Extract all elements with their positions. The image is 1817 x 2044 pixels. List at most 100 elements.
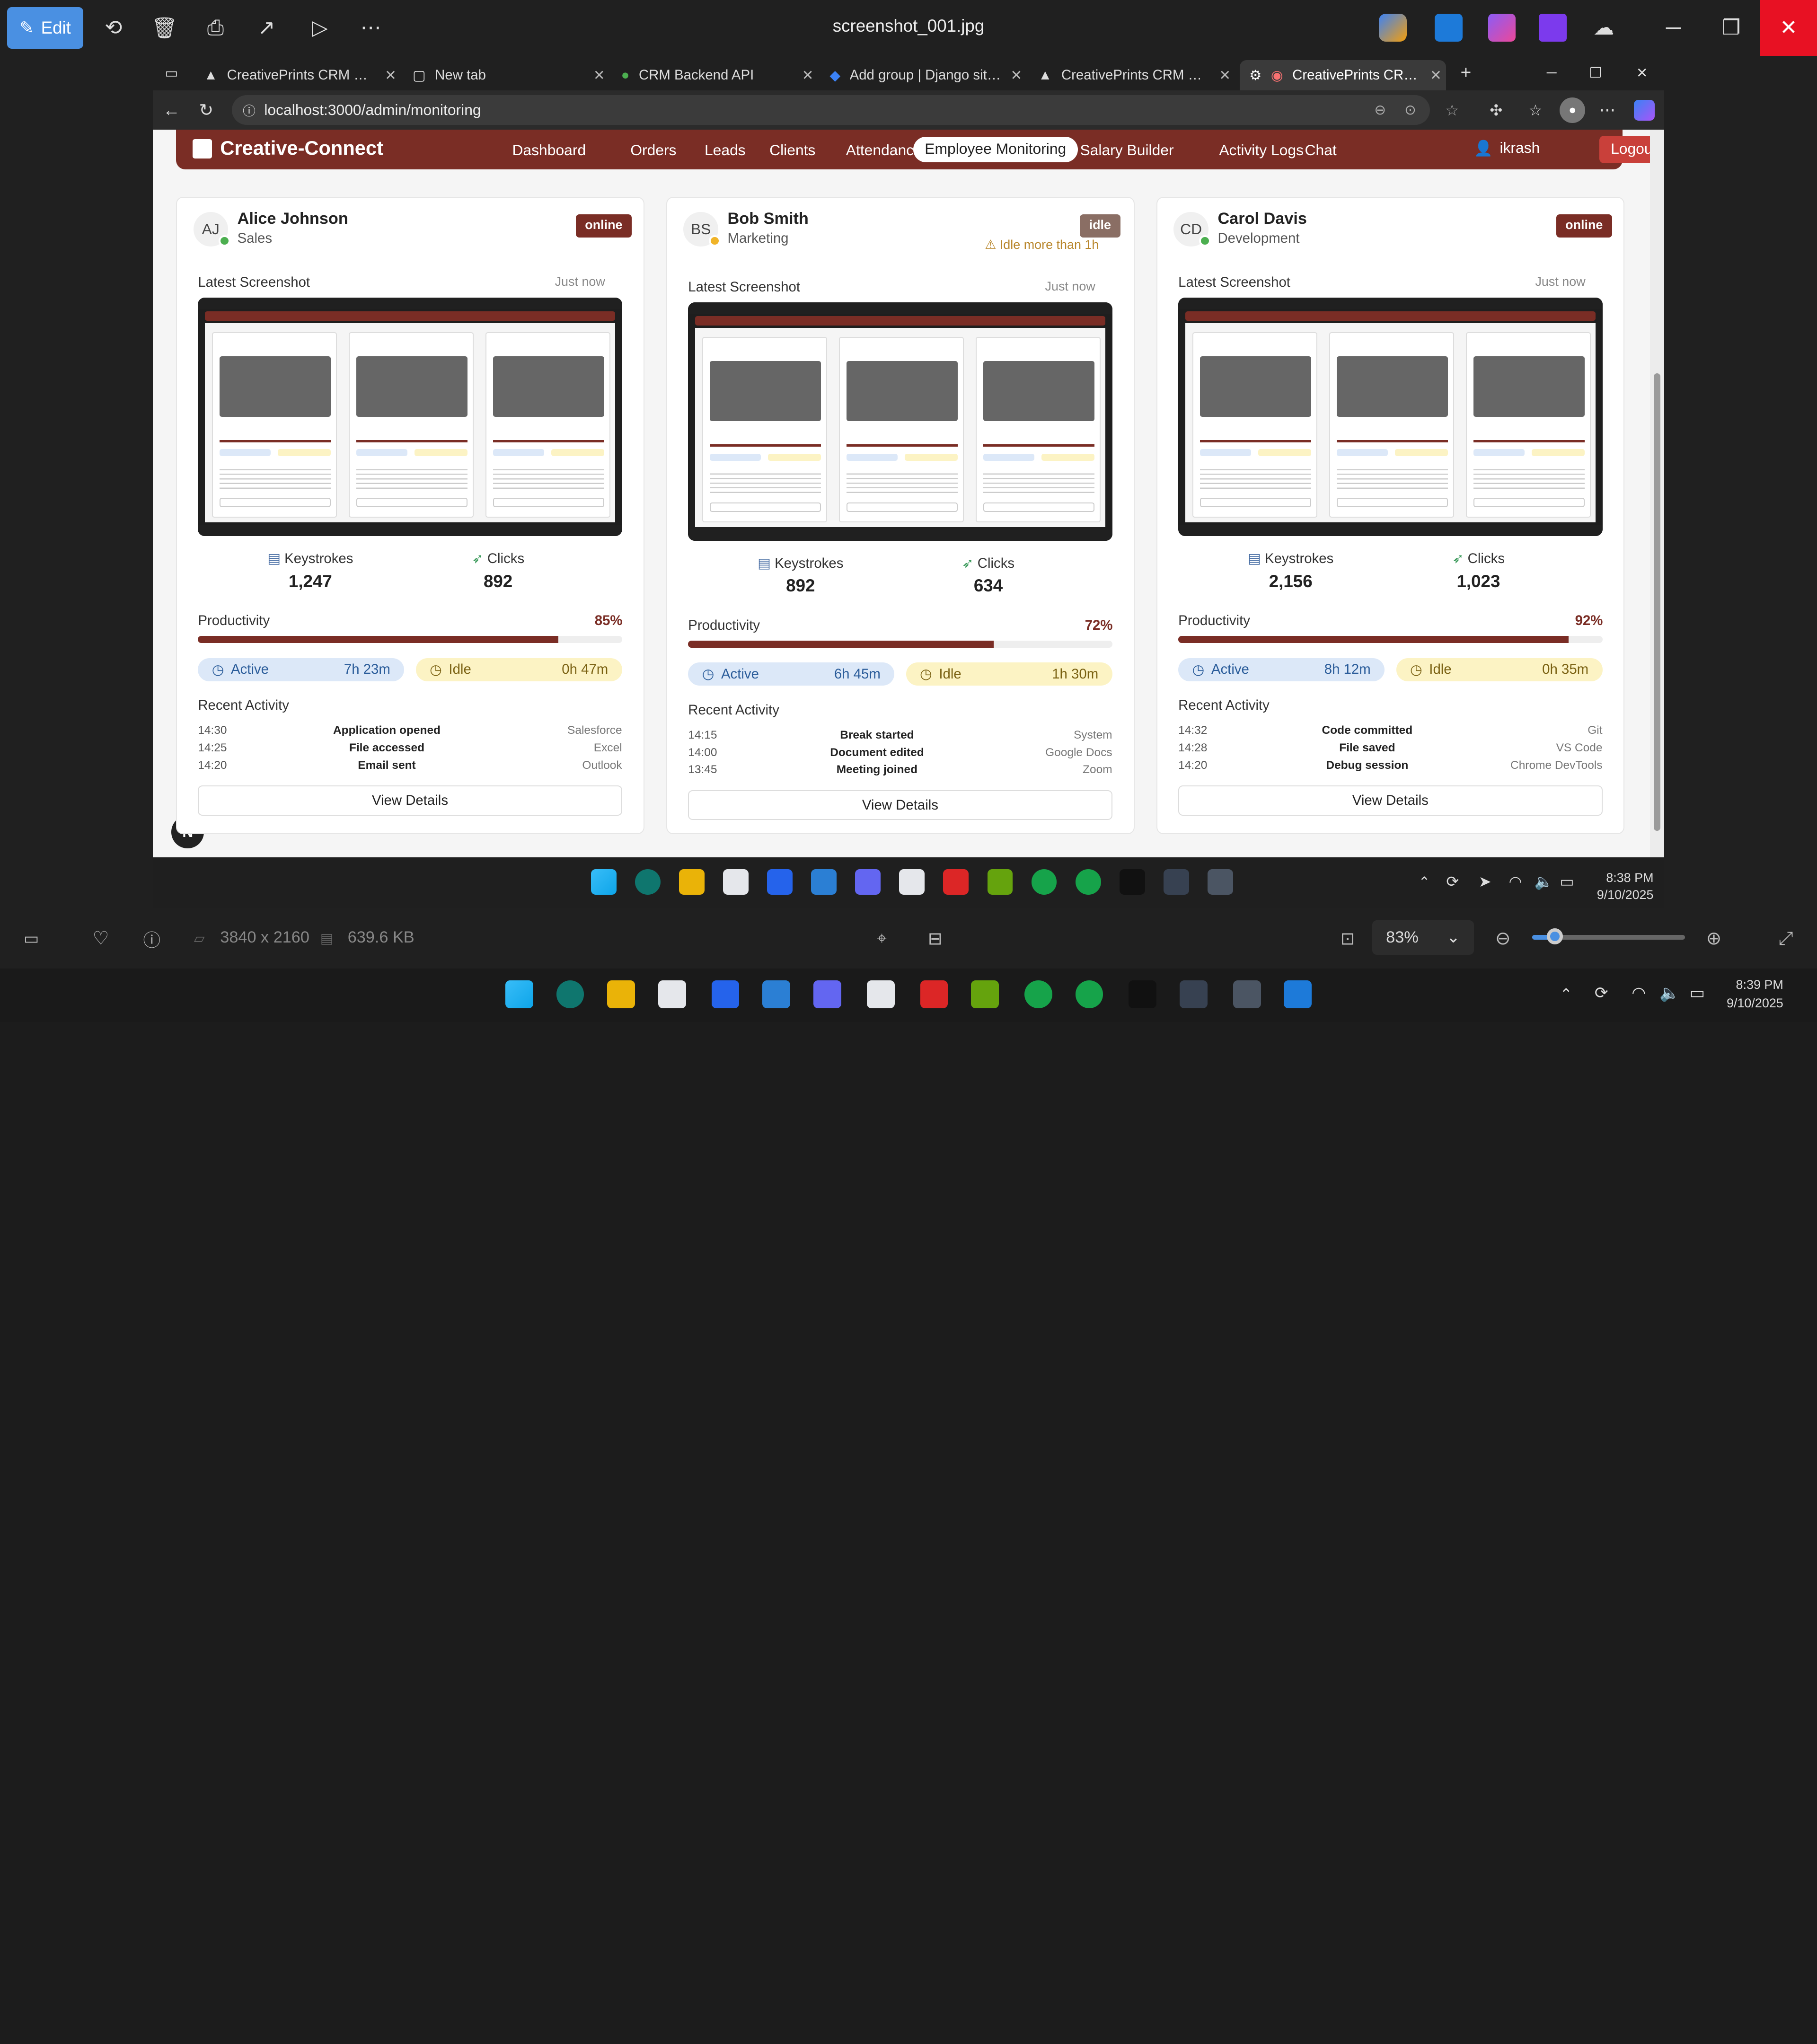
terminal-icon[interactable] [1163,869,1189,895]
outlook-icon[interactable] [767,869,793,895]
user-menu[interactable]: 👤 ikrash [1474,139,1540,157]
nav-clients[interactable]: Clients [769,141,815,159]
store-icon[interactable] [658,980,686,1008]
tab-crm-dashboard-1[interactable]: ▲CreativePrints CRM Dashboa✕ [194,60,401,90]
vscode-icon[interactable] [811,869,837,895]
zoom-out-icon[interactable]: ⊖ [1490,927,1516,950]
edge-icon[interactable] [635,869,661,895]
latest-screenshot-image[interactable] [1178,297,1603,537]
photos-icon[interactable] [1284,980,1312,1008]
zoom-in-icon[interactable]: ⊕ [1701,927,1727,950]
whiteboard-icon[interactable] [866,980,895,1008]
print-icon[interactable]: ⎙ [202,14,229,42]
edge-icon[interactable] [556,980,584,1008]
battery-icon[interactable]: ▭ [1560,872,1574,890]
nav-chat[interactable]: Chat [1305,141,1337,159]
sidebar-icon[interactable]: ▭ [162,64,181,82]
reader-icon[interactable]: ⊙ [1400,100,1420,121]
view-details-button[interactable]: View Details [1178,785,1603,816]
volume-icon[interactable]: 🔈 [1534,872,1553,890]
tab-crm-dashboard-active[interactable]: ⚙◉CreativePrints CRM Da✕ [1240,60,1447,90]
share-icon[interactable]: ↗ [253,14,281,42]
copilot-sidebar-icon[interactable] [1634,99,1655,121]
wifi-icon[interactable]: ◠ [1509,872,1522,890]
zoom-out-icon[interactable]: ⊖ [1370,100,1391,121]
nav-employee-monitoring[interactable]: Employee Monitoring [913,136,1078,162]
send-icon[interactable]: ➤ [1479,872,1491,890]
tray-chevron-icon[interactable]: ⌃ [1419,874,1430,890]
browser-minimize-icon[interactable]: ─ [1541,62,1562,83]
restore-icon[interactable]: ❐ [1717,14,1745,42]
unity-icon[interactable] [1119,869,1145,895]
file-info-icon[interactable]: ⓘ [139,927,165,950]
nav-salary-builder[interactable]: Salary Builder [1080,141,1173,159]
chrome-icon[interactable] [1031,869,1057,895]
page-scrollbar[interactable] [1650,130,1664,858]
nav-attendance[interactable]: Attendance [846,141,922,159]
filmstrip-icon[interactable]: ▭ [18,927,44,950]
brand-name[interactable]: Creative-Connect [220,137,383,159]
teams-icon[interactable] [813,980,841,1008]
close-window-button[interactable]: ✕ [1760,0,1817,56]
outlook-icon[interactable] [711,980,740,1008]
tab-new-tab[interactable]: ▢ New tab ✕ [403,60,609,90]
teams-icon[interactable] [855,869,881,895]
tab-crm-backend-api[interactable]: ● CRM Backend API ✕ [612,60,818,90]
favorites-icon[interactable]: ☆ [1525,100,1546,121]
zoom-dropdown[interactable]: 83% ⌄ [1372,920,1474,955]
close-tab-icon[interactable]: ✕ [802,67,818,84]
logout-button[interactable]: Logout [1599,135,1650,164]
close-tab-icon[interactable]: ✕ [593,67,609,84]
view-details-button[interactable]: View Details [688,790,1112,820]
profile-icon[interactable]: ● [1560,97,1586,123]
latest-screenshot-image[interactable] [688,302,1112,541]
nav-dashboard[interactable]: Dashboard [512,141,586,159]
folder-app-icon[interactable] [987,869,1013,895]
tray-chevron-icon[interactable]: ⌃ [1560,985,1572,1003]
reload-icon[interactable]: ↻ [194,98,218,122]
captured-clock[interactable]: 8:38 PM 9/10/2025 [1597,869,1654,904]
clipchamp-icon[interactable] [1539,14,1567,42]
nav-orders[interactable]: Orders [630,141,676,159]
text-extract-icon[interactable]: ⊟ [922,927,948,950]
info-icon[interactable]: ⓘ [241,102,257,118]
wps-icon[interactable] [943,869,969,895]
unity-icon[interactable] [1129,980,1157,1008]
copilot-icon[interactable] [1379,14,1407,42]
wps-icon[interactable] [920,980,948,1008]
slideshow-icon[interactable]: ▷ [306,14,334,42]
browser-restore-icon[interactable]: ❐ [1585,62,1606,83]
favorite-icon[interactable]: ☆ [1442,100,1463,121]
wifi-icon[interactable]: ◠ [1632,984,1646,1003]
latest-screenshot-image[interactable] [198,297,622,537]
whiteboard-icon[interactable] [899,869,925,895]
close-tab-icon[interactable]: ✕ [1430,67,1446,84]
visual-search-icon[interactable]: ⌖ [869,927,895,950]
paint-icon[interactable] [1488,14,1516,42]
minimize-icon[interactable]: ─ [1659,14,1687,42]
back-icon[interactable]: ← [160,98,183,122]
snipping-icon[interactable] [1233,980,1261,1008]
fit-screen-icon[interactable]: ⊡ [1335,927,1360,950]
host-clock[interactable]: 8:39 PM 9/10/2025 [1727,976,1783,1013]
menu-icon[interactable]: ⋯ [1597,100,1618,121]
battery-icon[interactable]: ▭ [1690,984,1705,1003]
favorite-heart-icon[interactable]: ♡ [88,927,114,950]
chrome-profile-icon[interactable] [1075,980,1103,1008]
windows-start-icon[interactable] [591,869,617,895]
store-icon[interactable] [723,869,749,895]
zoom-slider-handle[interactable] [1546,928,1563,944]
close-tab-icon[interactable]: ✕ [385,67,401,84]
chrome-profile-icon[interactable] [1075,869,1101,895]
more-icon[interactable]: ⋯ [357,14,385,42]
tab-crm-dashboard-2[interactable]: ▲CreativePrints CRM Dashboa✕ [1029,60,1235,90]
cloud-off-icon[interactable]: ☁ [1590,14,1618,42]
close-tab-icon[interactable]: ✕ [1011,67,1027,84]
folder-app-icon[interactable] [971,980,999,1008]
volume-icon[interactable]: 🔈 [1659,984,1680,1003]
snipping-icon[interactable] [1207,869,1233,895]
delete-icon[interactable]: 🗑 [150,14,178,42]
scroll-thumb[interactable] [1653,373,1661,831]
chrome-icon[interactable] [1024,980,1052,1008]
close-tab-icon[interactable]: ✕ [1219,67,1235,84]
